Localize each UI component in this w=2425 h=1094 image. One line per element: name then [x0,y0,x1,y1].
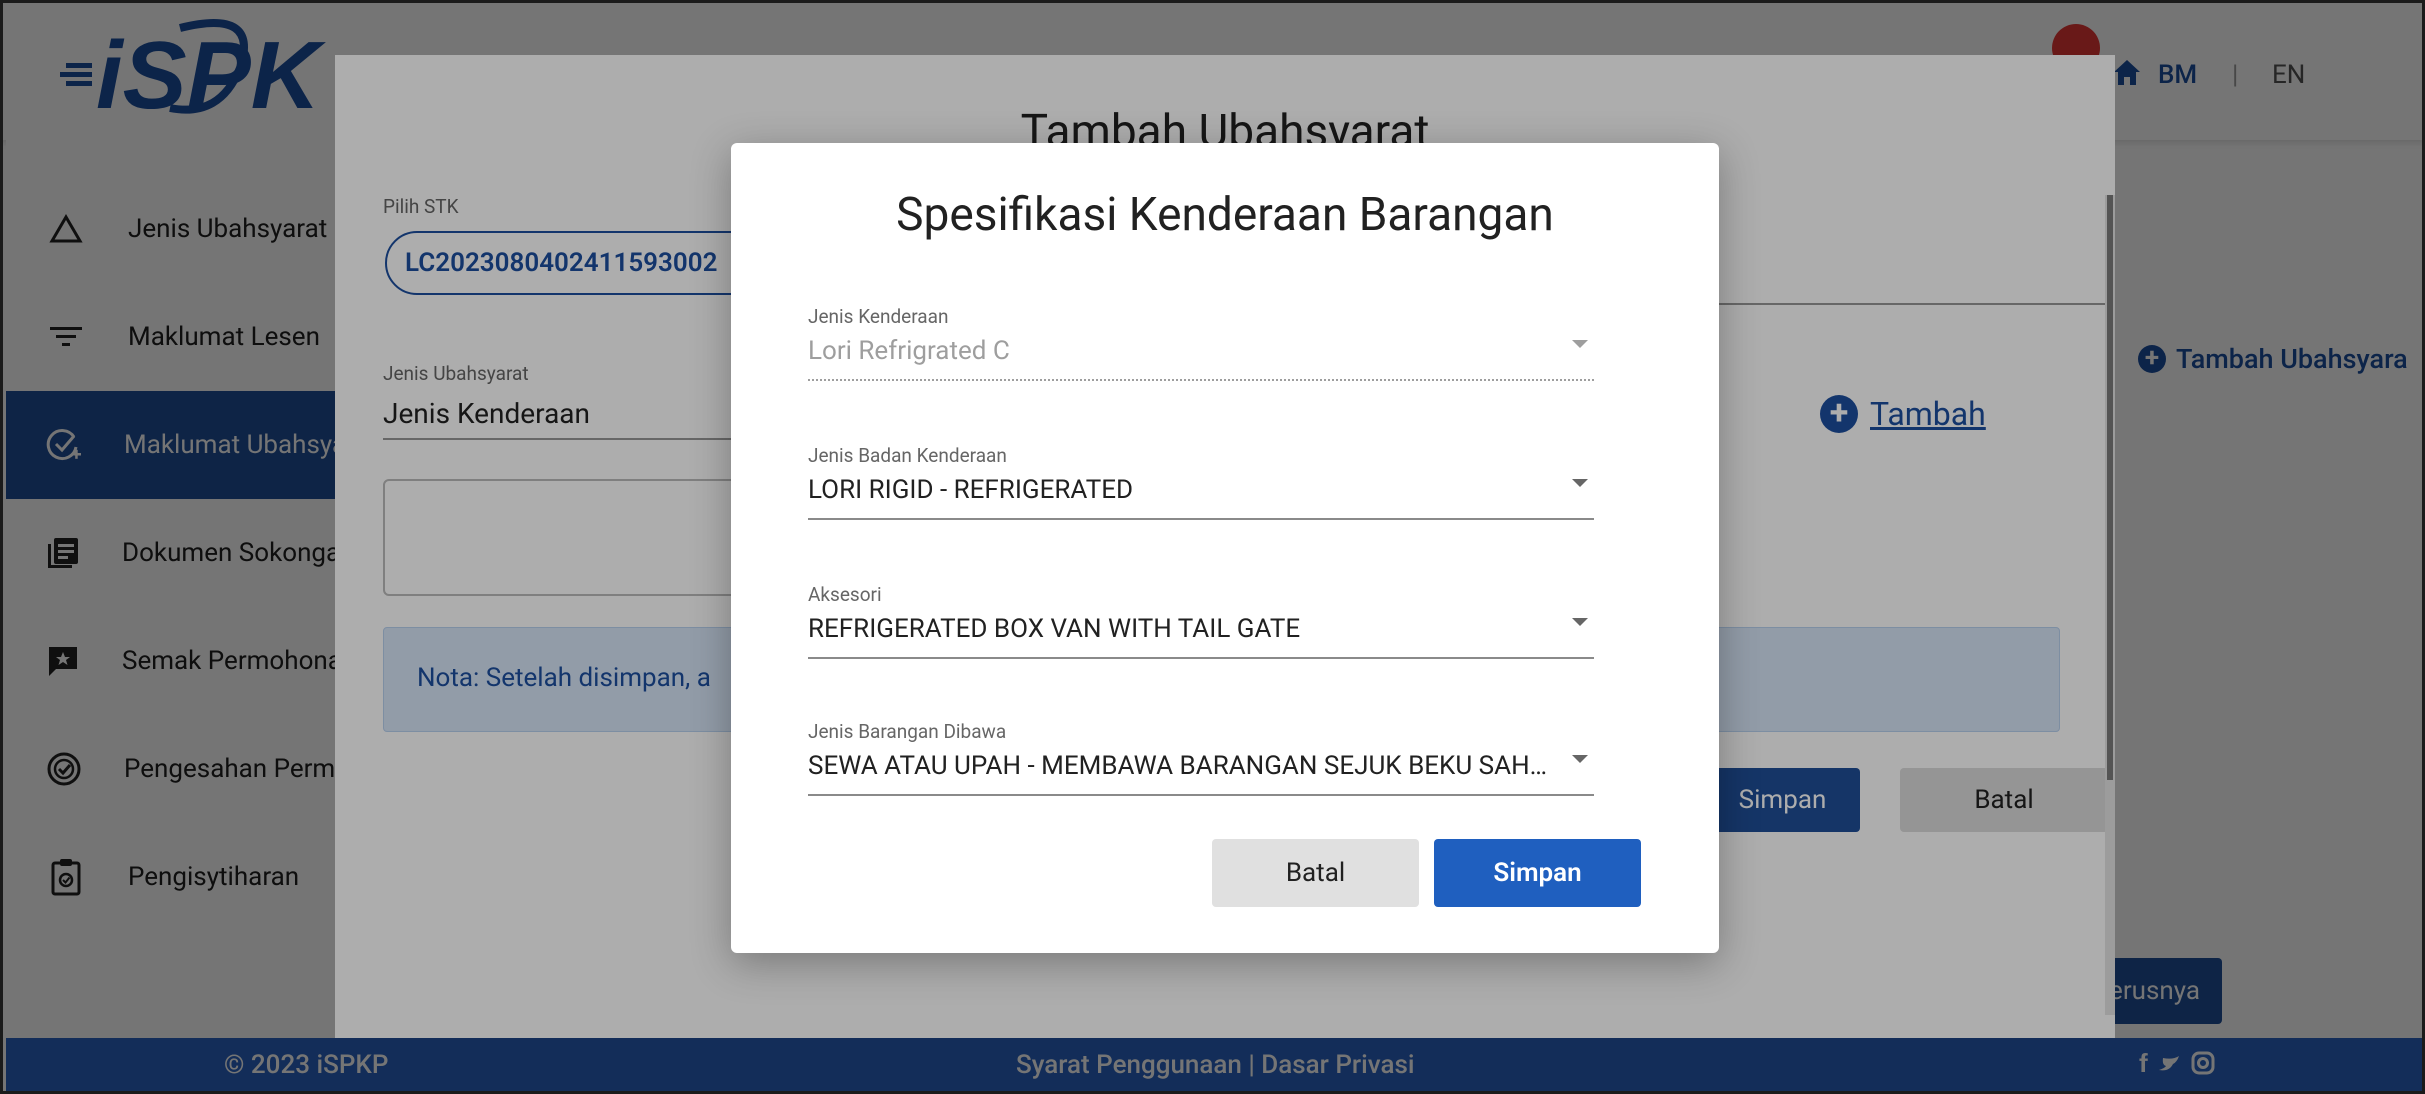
field-underline [808,657,1594,659]
field-value: SEWA ATAU UPAH - MEMBAWA BARANGAN SEJUK … [808,751,1548,781]
field-label: Jenis Badan Kenderaan [808,444,1007,467]
dialog-spesifikasi-kenderaan: Spesifikasi Kenderaan Barangan Jenis Ken… [731,143,1719,953]
simpan-button[interactable]: Simpan [1434,839,1641,907]
field-value: REFRIGERATED BOX VAN WITH TAIL GATE [808,614,1301,644]
field-underline [808,794,1594,796]
batal-button[interactable]: Batal [1212,839,1419,907]
chevron-down-icon [1572,340,1588,348]
dialog-title: Spesifikasi Kenderaan Barangan [896,188,1554,242]
field-value: Lori Refrigrated C [808,336,1010,366]
field-label: Jenis Kenderaan [808,305,949,328]
field-value: LORI RIGID - REFRIGERATED [808,475,1134,505]
chevron-down-icon[interactable] [1572,479,1588,487]
field-label: Aksesori [808,583,882,606]
field-underline [808,379,1594,381]
chevron-down-icon[interactable] [1572,618,1588,626]
field-underline [808,518,1594,520]
batal-label: Batal [1285,858,1346,888]
chevron-down-icon[interactable] [1572,755,1588,763]
field-label: Jenis Barangan Dibawa [808,720,1007,743]
simpan-label: Simpan [1493,858,1582,888]
